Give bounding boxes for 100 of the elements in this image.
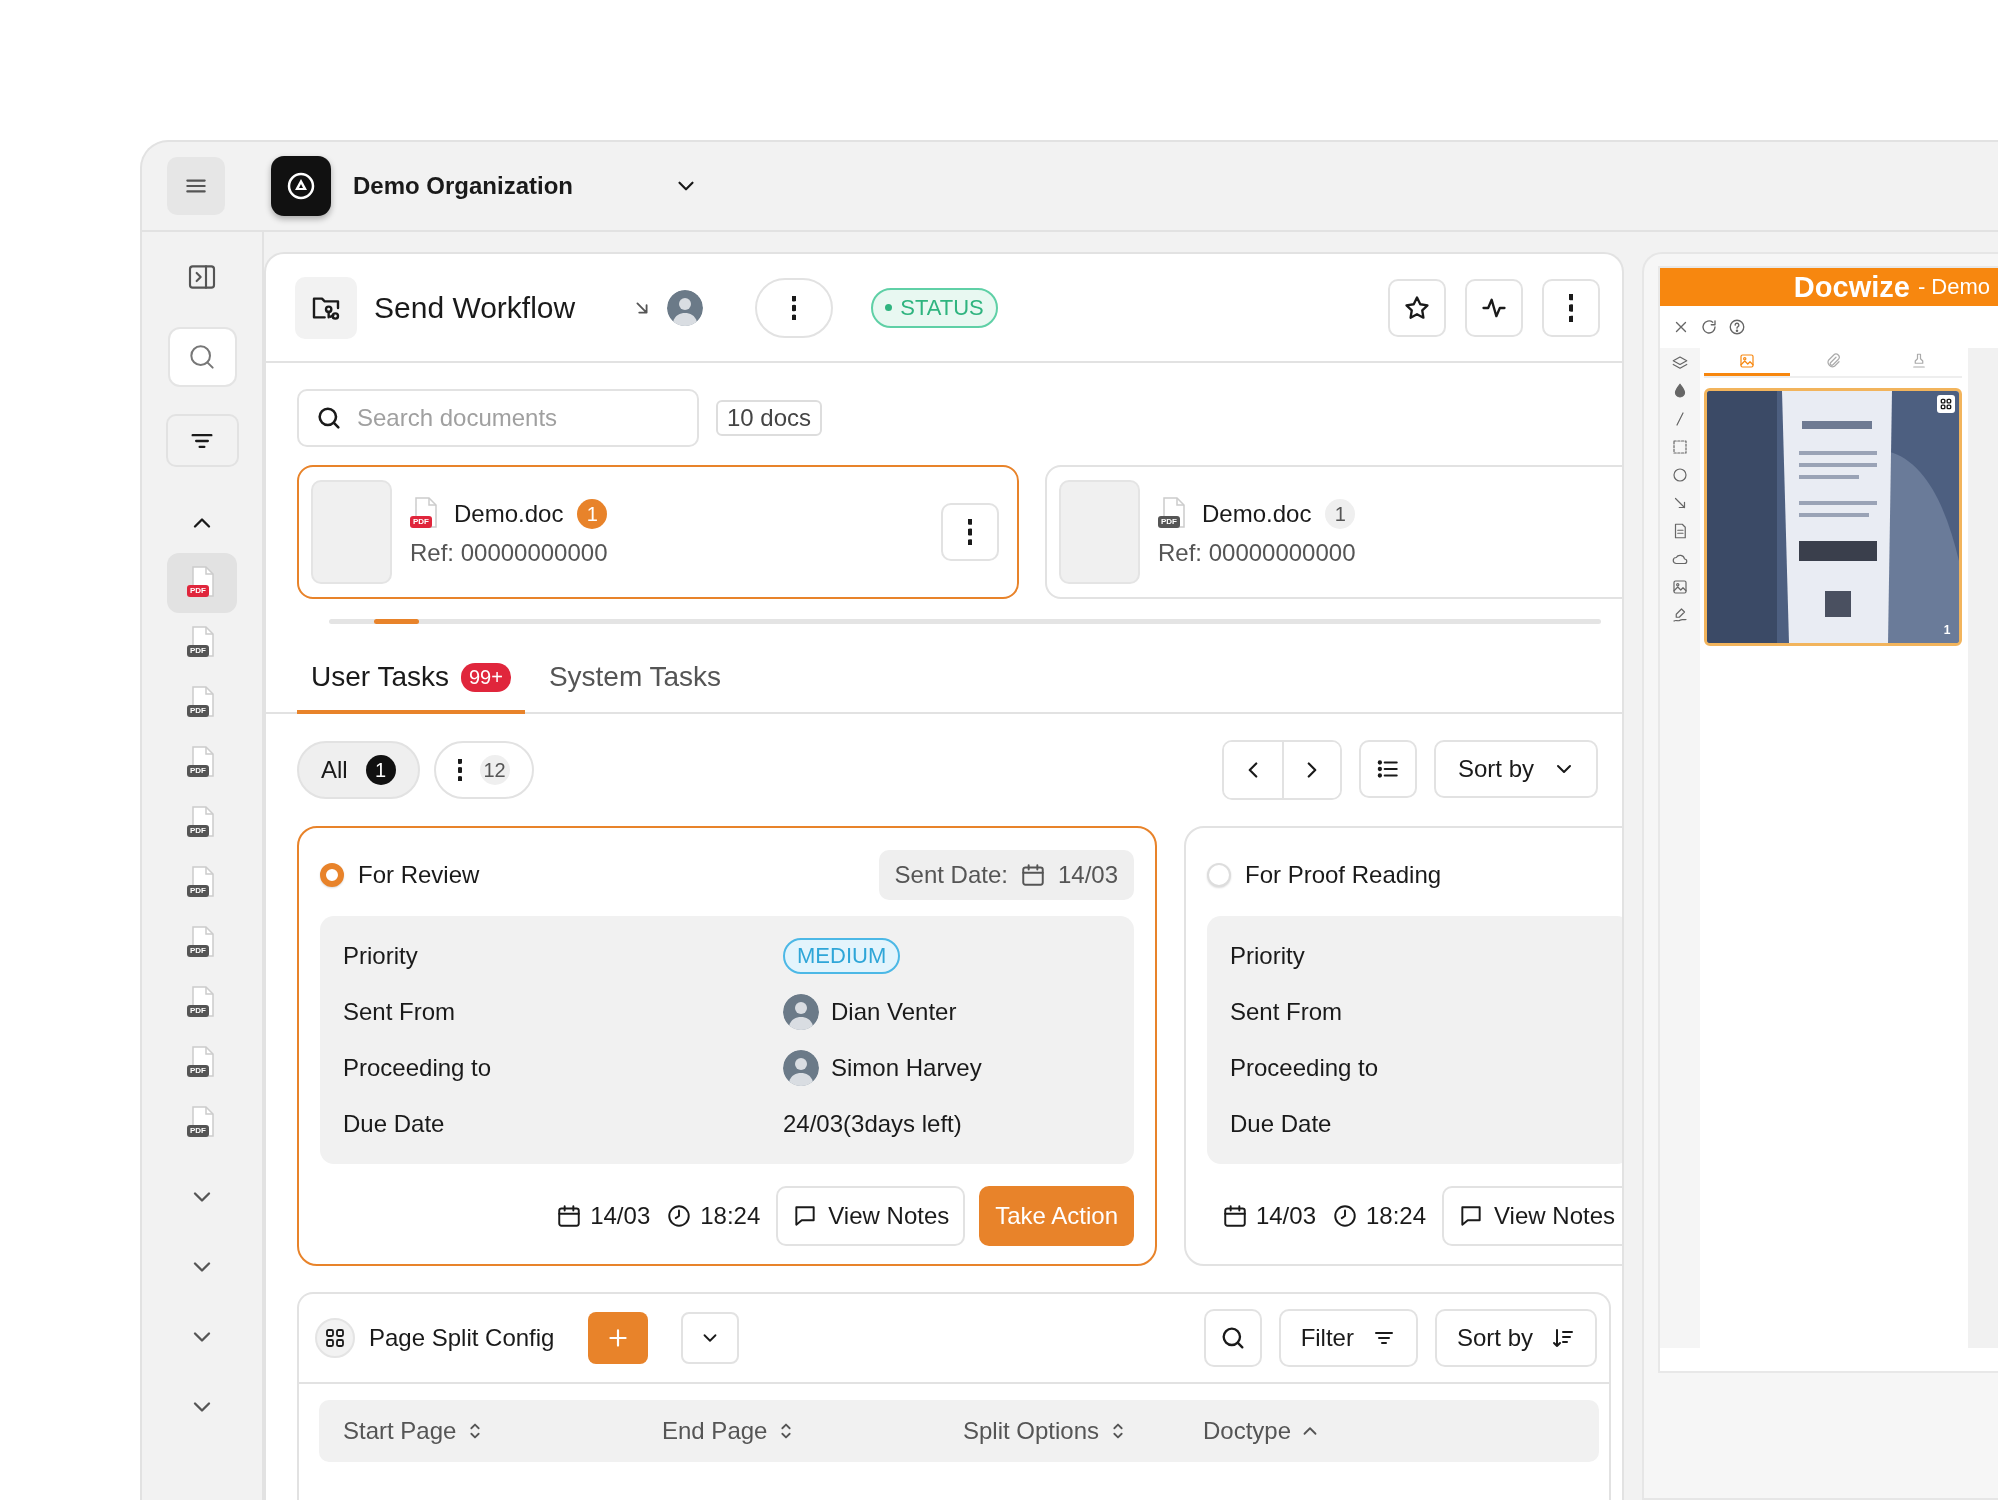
tool-button[interactable] xyxy=(1670,354,1689,372)
activity-button[interactable] xyxy=(1465,278,1523,337)
file-type-label: PDF xyxy=(187,705,209,717)
sort-button[interactable]: Sort by xyxy=(1434,1309,1597,1367)
calendar-icon xyxy=(1221,1203,1248,1229)
document-item[interactable]: PDF xyxy=(167,733,237,793)
add-button[interactable] xyxy=(588,1312,649,1364)
tab-label: System Tasks xyxy=(548,661,722,693)
task-time: 18:24 xyxy=(700,1202,761,1230)
column-header[interactable]: Start Page xyxy=(343,1417,662,1445)
document-item[interactable]: PDF xyxy=(167,673,237,733)
selection-icon xyxy=(1670,438,1689,456)
field-label: Proceeding to xyxy=(343,1054,493,1082)
count-badge: 1 xyxy=(1325,499,1356,529)
star-icon xyxy=(1403,293,1431,322)
avatar xyxy=(667,289,704,326)
config-title: Page Split Config xyxy=(369,1324,555,1352)
menu-button[interactable] xyxy=(167,157,225,215)
column-header[interactable]: Doctype xyxy=(1203,1417,1322,1445)
count-badge: 1 xyxy=(577,499,608,529)
scroll-thumb[interactable] xyxy=(374,619,419,624)
grid-icon xyxy=(315,1318,355,1358)
field-label: Sent From xyxy=(343,998,457,1026)
file-type-label: PDF xyxy=(187,645,209,657)
field-label: Sent From xyxy=(1230,998,1344,1026)
more-icon xyxy=(457,759,462,781)
tool-button[interactable] xyxy=(1670,578,1689,596)
file-type-label: PDF xyxy=(1158,516,1180,528)
tab[interactable]: System Tasks xyxy=(534,644,736,714)
filter-chip[interactable]: All 1 xyxy=(297,741,420,799)
workflow-title: Send Workflow xyxy=(374,290,576,325)
help-button[interactable] xyxy=(1728,318,1746,336)
count-badge: 12 xyxy=(479,755,510,785)
help-icon xyxy=(1728,318,1746,336)
file-type-label: PDF xyxy=(187,1125,209,1137)
field-label: Due Date xyxy=(343,1110,446,1138)
list-view-button[interactable] xyxy=(1358,740,1417,798)
document-reference: Ref: 00000000000 xyxy=(410,539,608,567)
document-item[interactable]: PDF xyxy=(167,613,237,673)
tab[interactable]: User Tasks 99+ xyxy=(297,644,525,714)
document-item[interactable]: PDF xyxy=(167,973,237,1033)
search-field[interactable]: Search documents xyxy=(297,389,699,447)
document-item[interactable]: PDF xyxy=(167,1033,237,1093)
search-button[interactable] xyxy=(1203,1309,1262,1367)
file-type-label: PDF xyxy=(187,945,209,957)
document-item[interactable]: PDF xyxy=(167,553,237,613)
column-header[interactable]: End Page xyxy=(662,1417,963,1445)
task-date: 14/03 xyxy=(590,1202,651,1230)
view-notes-button[interactable]: View Notes xyxy=(1442,1186,1622,1246)
task-title: For Review xyxy=(358,861,480,889)
avatar xyxy=(783,1050,819,1086)
task-card[interactable]: For Proof Reading Priority Sent From Proceeding to Due Date 14/03 18:24 View Notes xyxy=(1184,826,1622,1266)
document-card[interactable]: PDF Demo.doc 1 Ref: 00000000000 xyxy=(297,465,1019,599)
brand-suffix: - Demo xyxy=(1917,274,1990,300)
file-type-label: PDF xyxy=(187,1065,209,1077)
organization-dropdown[interactable]: Demo Organization xyxy=(353,172,700,200)
sent-date: 14/03 xyxy=(1057,861,1118,889)
layers-icon xyxy=(1670,354,1689,372)
document-card[interactable]: PDF Demo.doc 1 Ref: 00000000000 xyxy=(1045,465,1622,599)
tool-button[interactable] xyxy=(1670,466,1689,484)
task-time: 18:24 xyxy=(1366,1202,1427,1230)
sort-dropdown[interactable]: Sort by xyxy=(1433,740,1598,798)
filter-button[interactable]: Filter xyxy=(1278,1309,1418,1367)
radio-button[interactable] xyxy=(320,863,344,887)
logo-icon xyxy=(271,156,331,216)
circle-tool-icon xyxy=(1670,466,1689,484)
count-badge: 1 xyxy=(365,755,396,785)
file-type-label: PDF xyxy=(187,765,209,777)
favorite-button[interactable] xyxy=(1388,278,1446,337)
document-count: 10 docs xyxy=(716,400,823,436)
sort-icon xyxy=(1551,1326,1575,1350)
person-name: Simon Harvey xyxy=(831,1054,982,1082)
file-type-label: PDF xyxy=(410,516,432,528)
view-notes-button[interactable]: View Notes xyxy=(776,1186,966,1246)
task-card[interactable]: For Review Sent Date: 14/03 Priority MEDIUM Sent From Dian Venter Proceeding to Simon Harvey Due Date 24/03(3days left) 14/03 18:24 View Notes Take Action xyxy=(297,826,1157,1266)
calendar-icon xyxy=(556,1203,583,1229)
brand-name: Docwize xyxy=(1793,270,1910,304)
field-label: Priority xyxy=(343,942,419,970)
more-icon xyxy=(967,519,973,545)
person-name: Dian Venter xyxy=(831,998,957,1026)
document-name: Demo.doc xyxy=(454,500,564,528)
sent-date-label: Sent Date: xyxy=(894,861,1008,889)
clock-icon xyxy=(666,1203,693,1229)
count-badge: 99+ xyxy=(460,662,511,692)
filter-chip[interactable]: 12 xyxy=(433,741,534,799)
clock-icon xyxy=(1332,1203,1358,1229)
grid-icon xyxy=(1938,397,1953,411)
more-icon xyxy=(792,295,797,320)
filter-button[interactable] xyxy=(165,414,239,467)
more-button[interactable] xyxy=(1542,278,1600,337)
document-item[interactable]: PDF xyxy=(167,1093,237,1153)
file-type-label: PDF xyxy=(187,585,209,597)
field-label: Due Date xyxy=(1230,1110,1333,1138)
refresh-button[interactable] xyxy=(1700,318,1718,336)
document-item[interactable]: PDF xyxy=(167,793,237,853)
refresh-icon xyxy=(1700,318,1718,336)
document-item[interactable]: PDF xyxy=(167,913,237,973)
column-header[interactable]: Split Options xyxy=(963,1417,1203,1445)
field-value: 24/03(3days left) xyxy=(783,1110,962,1138)
document-item[interactable]: PDF xyxy=(167,853,237,913)
